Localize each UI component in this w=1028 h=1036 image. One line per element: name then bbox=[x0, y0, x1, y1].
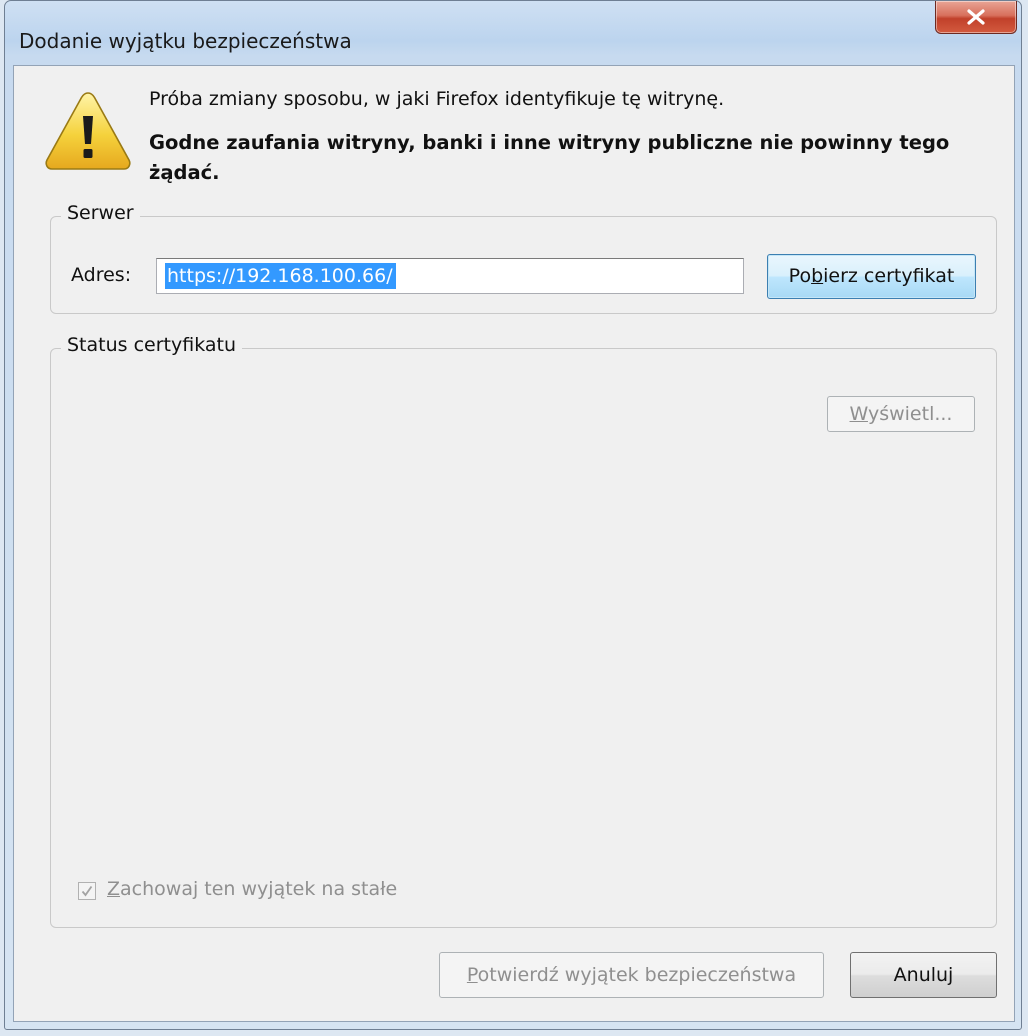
fetch-certificate-label-rest: ierz certyfikat bbox=[823, 265, 955, 287]
dialog-client-area: Próba zmiany sposobu, w jaki Firefox ide… bbox=[13, 65, 1015, 1022]
warning-message-bold: Godne zaufania witryny, banki i inne wit… bbox=[149, 131, 950, 184]
checkmark-icon bbox=[81, 885, 93, 897]
close-button[interactable] bbox=[935, 1, 1017, 34]
permanent-exception-checkbox[interactable] bbox=[78, 882, 96, 900]
close-x-icon bbox=[967, 9, 985, 25]
server-group: Serwer Adres: https://192.168.100.66/ Po… bbox=[50, 202, 997, 314]
title-bar[interactable]: Dodanie wyjątku bezpieczeństwa bbox=[5, 1, 1021, 65]
confirm-exception-button[interactable]: Potwierdź wyjątek bezpieczeństwa bbox=[439, 952, 824, 998]
view-certificate-button[interactable]: Wyświetl... bbox=[827, 396, 975, 432]
view-certificate-accel: W bbox=[849, 403, 868, 425]
warning-triangle-icon bbox=[45, 92, 131, 170]
view-certificate-label-rest: yświetl... bbox=[867, 403, 953, 425]
confirm-exception-accel: P bbox=[466, 964, 478, 986]
certificate-status-legend: Status certyfikatu bbox=[61, 334, 242, 356]
certificate-status-group: Status certyfikatu Wyświetl... Zachowaj … bbox=[50, 334, 997, 928]
fetch-certificate-button[interactable]: Pobierz certyfikat bbox=[767, 254, 976, 299]
permanent-exception-label-rest: achowaj ten wyjątek na stałe bbox=[120, 878, 398, 900]
confirm-exception-label-rest: otwierdź wyjątek bezpieczeństwa bbox=[477, 964, 797, 986]
fetch-certificate-accel: b bbox=[811, 265, 824, 287]
server-group-legend: Serwer bbox=[61, 202, 140, 224]
address-input-selected-text: https://192.168.100.66/ bbox=[165, 263, 396, 289]
cancel-button[interactable]: Anuluj bbox=[850, 952, 997, 998]
fetch-certificate-label: Po bbox=[788, 265, 812, 287]
address-input[interactable]: https://192.168.100.66/ bbox=[156, 258, 744, 294]
permanent-exception-accel: Z bbox=[107, 878, 121, 900]
address-label: Adres: bbox=[71, 264, 132, 286]
window-title: Dodanie wyjątku bezpieczeństwa bbox=[19, 29, 352, 53]
warning-message: Próba zmiany sposobu, w jaki Firefox ide… bbox=[149, 88, 725, 110]
dialog-window: Dodanie wyjątku bezpieczeństwa Próba zmi… bbox=[4, 0, 1022, 1030]
permanent-exception-label[interactable]: Zachowaj ten wyjątek na stałe bbox=[107, 878, 397, 900]
